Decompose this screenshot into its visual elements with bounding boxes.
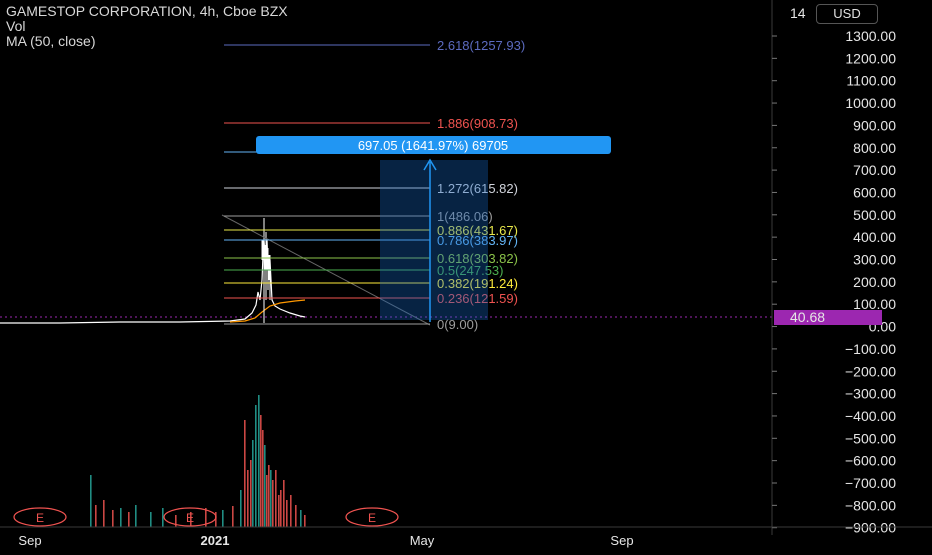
measure-label-text: 697.05 (1641.97%) 69705 — [358, 138, 508, 153]
price-tick-label: −100.00 — [845, 341, 896, 357]
volume-bar — [112, 510, 114, 527]
volume-bar — [295, 505, 297, 527]
volume-bar — [268, 465, 270, 527]
price-tick-label: −400.00 — [845, 408, 896, 424]
volume-bar — [280, 490, 282, 527]
currency-button[interactable]: USD — [816, 4, 878, 24]
volume-bar — [252, 440, 254, 527]
price-tick-label: 800.00 — [853, 140, 896, 156]
time-axis-label: Sep — [610, 533, 633, 548]
price-axis[interactable]: 1300.00 1200.00 1100.00 1000.00 900.00 800.00… — [771, 0, 896, 536]
time-axis-label: Sep — [18, 533, 41, 548]
volume-indicator-label[interactable]: Vol — [6, 19, 288, 34]
price-tick-label: 1100.00 — [846, 73, 896, 89]
volume-bar — [255, 405, 257, 527]
volume-bars — [90, 395, 306, 527]
candle-body — [267, 255, 271, 280]
current-price-tag: 40.68 — [774, 309, 882, 325]
current-price-value: 40.68 — [790, 309, 825, 325]
volume-bar — [222, 510, 224, 527]
price-tick-label: 500.00 — [853, 207, 896, 223]
earnings-marker-label: E — [368, 511, 376, 525]
price-tick-label: −800.00 — [845, 497, 896, 513]
volume-bar — [244, 420, 246, 527]
ma-line — [229, 299, 306, 323]
time-axis-label: May — [410, 533, 435, 548]
price-tick-label: −700.00 — [845, 475, 896, 491]
price-tick-label-partial: 14 — [790, 5, 806, 21]
price-tick-label: −300.00 — [845, 386, 896, 402]
price-tick-label: 900.00 — [853, 117, 896, 133]
earnings-marker[interactable]: E — [345, 507, 399, 527]
volume-bar — [272, 480, 274, 527]
price-tick-label: 300.00 — [853, 252, 896, 268]
candle-body — [261, 240, 265, 260]
price-tick-label: −200.00 — [845, 363, 896, 379]
fib-level-label: 2.618(1257.93) — [437, 38, 525, 53]
measure-range-box[interactable] — [380, 160, 488, 320]
price-tick-label: 1300.00 — [845, 28, 896, 44]
volume-bar — [300, 510, 302, 527]
volume-bar — [128, 512, 130, 527]
volume-bar — [290, 495, 292, 527]
volume-bar — [264, 445, 266, 527]
volume-bar — [90, 475, 92, 527]
price-tick-label: 700.00 — [853, 162, 896, 178]
volume-bar — [278, 495, 280, 527]
price-tick-label: −600.00 — [845, 453, 896, 469]
price-tick-label: 1000.00 — [845, 95, 896, 111]
price-tick-label: 1200.00 — [845, 50, 896, 66]
price-tick-label: 200.00 — [853, 274, 896, 290]
volume-bar — [240, 490, 242, 527]
volume-bar — [103, 500, 105, 527]
volume-bar — [150, 512, 152, 527]
earnings-marker[interactable]: E — [13, 507, 67, 527]
measure-tool[interactable]: 697.05 (1641.97%) 69705 — [256, 136, 611, 322]
volume-bar — [135, 505, 137, 527]
volume-bar — [232, 506, 234, 527]
ma-indicator-label[interactable]: MA (50, close) — [6, 34, 288, 49]
price-tick-label: −900.00 — [845, 520, 896, 536]
volume-bar — [275, 470, 277, 527]
volume-bar — [262, 430, 264, 527]
volume-bar — [258, 395, 260, 527]
fib-level-label: 1.886(908.73) — [437, 116, 518, 131]
price-line — [0, 239, 306, 324]
volume-bar — [304, 515, 306, 527]
chart-legend: GAMESTOP CORPORATION, 4h, Cboe BZX Vol M… — [6, 4, 288, 49]
price-tick-label: −500.00 — [845, 430, 896, 446]
volume-bar — [162, 508, 164, 527]
volume-bar — [260, 415, 262, 527]
volume-bar — [250, 460, 252, 527]
time-axis-label: 2021 — [201, 533, 230, 548]
volume-bar — [247, 470, 249, 527]
chart-area[interactable]: 2.618(1257.93) 1.886(908.73) 1.272(615.82)… — [0, 0, 932, 550]
time-axis[interactable]: Sep 2021 May Sep — [0, 526, 932, 548]
earnings-marker-label: E — [36, 511, 44, 525]
volume-bar — [95, 505, 97, 527]
price-tick-label: 600.00 — [853, 184, 896, 200]
volume-bar — [120, 508, 122, 527]
volume-bar — [266, 475, 268, 527]
symbol-title[interactable]: GAMESTOP CORPORATION, 4h, Cboe BZX — [6, 4, 288, 19]
volume-bar — [270, 470, 272, 527]
earnings-marker[interactable]: E — [163, 507, 217, 527]
price-tick-label: 100.00 — [853, 296, 896, 312]
price-tick-label: 400.00 — [853, 229, 896, 245]
volume-bar — [286, 500, 288, 527]
earnings-marker-label: E — [186, 511, 194, 525]
volume-bar — [283, 480, 285, 527]
